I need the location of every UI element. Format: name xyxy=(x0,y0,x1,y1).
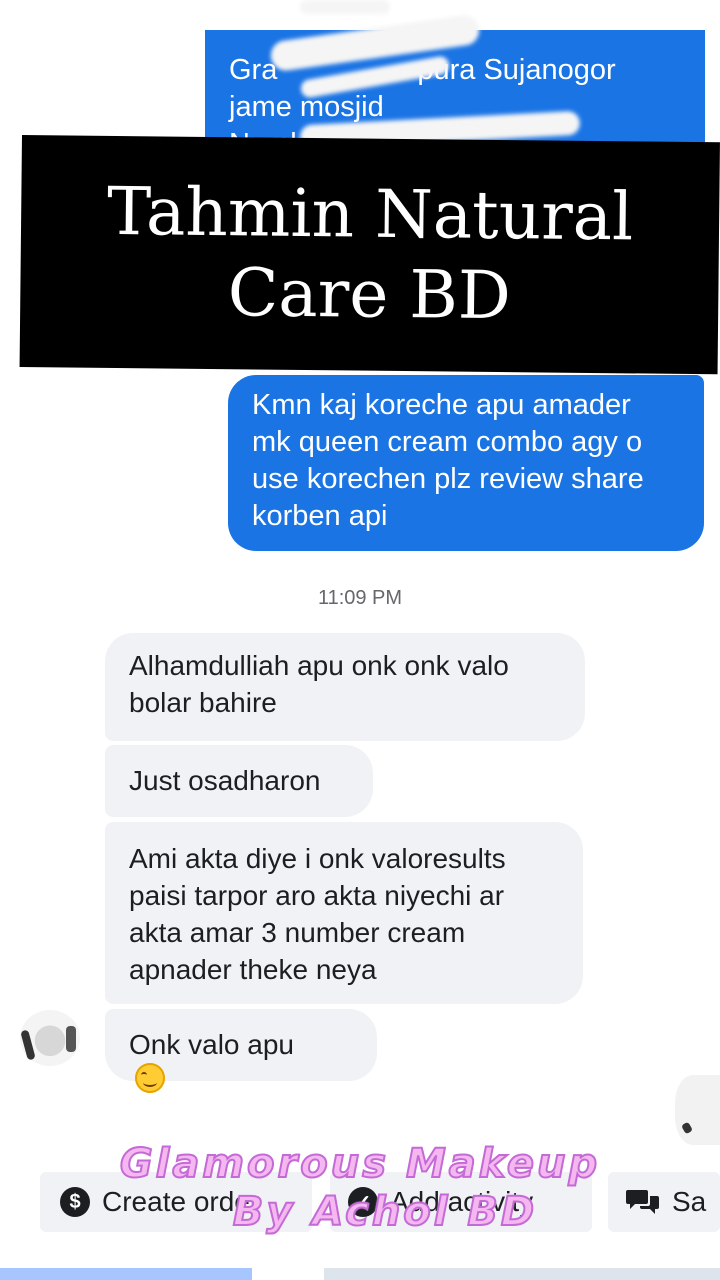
incoming-message[interactable]: Just osadharon xyxy=(105,745,373,817)
message-line: apnader theke neya xyxy=(129,954,377,985)
message-line: Kmn kaj koreche apu amader xyxy=(252,389,631,421)
incoming-message[interactable]: Ami akta diye i onk valoresults paisi ta… xyxy=(105,822,583,1004)
watermark-line-2: By Achol BD xyxy=(232,1188,538,1236)
message-line: Alhamdulliah apu onk onk valo xyxy=(129,650,509,681)
redaction-smudge xyxy=(300,0,390,14)
store-name-banner: Tahmin Natural Care BD xyxy=(19,135,720,375)
message-line: Ami akta diye i onk valoresults xyxy=(129,843,506,874)
address-text-start: Gra xyxy=(229,54,278,86)
incoming-message[interactable]: Alhamdulliah apu onk onk valo bolar bahi… xyxy=(105,633,585,741)
smiling-face-icon xyxy=(135,1063,165,1093)
incoming-message[interactable]: Onk valo apu xyxy=(105,1009,377,1093)
outgoing-message-review-request[interactable]: Kmn kaj koreche apu amader mk queen crea… xyxy=(228,375,704,551)
message-line: Just osadharon xyxy=(129,765,321,796)
message-line: korben api xyxy=(252,500,388,532)
banner-line-1: Tahmin Natural xyxy=(106,172,634,256)
message-line: Onk valo apu xyxy=(129,1029,294,1060)
message-line: akta amar 3 number cream xyxy=(129,917,466,948)
message-line: use korechen plz review share xyxy=(252,463,644,495)
message-line: mk queen cream combo agy o xyxy=(252,426,643,458)
watermark-line-1: Glamorous Makeup xyxy=(119,1140,601,1188)
message-line: paisi tarpor aro akta niyechi ar xyxy=(129,880,505,911)
watermark-text: Glamorous Makeup By Achol BD xyxy=(0,1138,720,1238)
message-line: bolar bahire xyxy=(129,687,277,718)
message-timestamp: 11:09 PM xyxy=(317,587,403,609)
banner-line-2: Care BD xyxy=(227,254,512,335)
sender-avatar[interactable] xyxy=(20,1010,80,1066)
composer-edge xyxy=(0,1268,720,1280)
seen-indicator-avatar xyxy=(675,1075,720,1145)
